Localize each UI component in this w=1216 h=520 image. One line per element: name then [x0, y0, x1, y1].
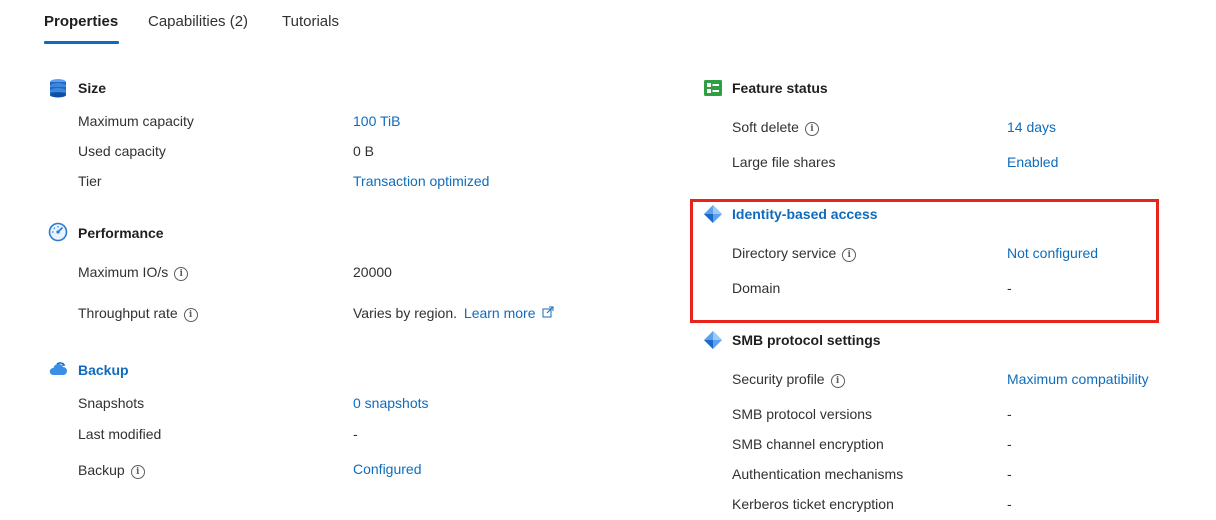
tab-properties[interactable]: Properties	[44, 13, 118, 30]
performance-section-title: Performance	[78, 225, 164, 241]
learn-more-link[interactable]: Learn more	[464, 305, 536, 321]
feature-status-icon	[704, 80, 722, 96]
smb-protocol-versions-value: -	[1007, 406, 1012, 422]
backup-label: Backup i	[78, 462, 145, 479]
snapshots-value[interactable]: 0 snapshots	[353, 395, 429, 411]
info-icon[interactable]: i	[804, 122, 819, 136]
feature-status-section-title: Feature status	[732, 80, 828, 96]
info-icon[interactable]: i	[183, 308, 198, 322]
kerberos-ticket-encryption-value: -	[1007, 496, 1012, 512]
gauge-icon	[48, 222, 68, 242]
kerberos-ticket-encryption-label: Kerberos ticket encryption	[732, 496, 894, 512]
maximum-capacity-value[interactable]: 100 TiB	[353, 113, 400, 129]
domain-label: Domain	[732, 280, 781, 296]
smb-section-title: SMB protocol settings	[732, 332, 881, 348]
large-file-shares-label: Large file shares	[732, 154, 836, 170]
throughput-rate-label: Throughput rate i	[78, 305, 198, 322]
throughput-rate-text: Varies by region.	[353, 305, 458, 321]
smb-protocol-versions-label: SMB protocol versions	[732, 406, 873, 422]
smb-channel-encryption-label: SMB channel encryption	[732, 436, 884, 452]
authentication-mechanisms-label: Authentication mechanisms	[732, 466, 904, 482]
directory-service-value[interactable]: Not configured	[1007, 245, 1098, 261]
info-icon[interactable]: i	[130, 465, 145, 479]
soft-delete-label-text: Soft delete	[732, 119, 799, 135]
security-profile-label: Security profile i	[732, 371, 845, 388]
tab-tutorials[interactable]: Tutorials	[282, 13, 339, 30]
large-file-shares-value[interactable]: Enabled	[1007, 154, 1058, 170]
used-capacity-value: 0 B	[353, 143, 375, 159]
soft-delete-value[interactable]: 14 days	[1007, 119, 1056, 135]
info-icon[interactable]: i	[174, 267, 189, 281]
domain-value: -	[1007, 280, 1012, 296]
security-profile-label-text: Security profile	[732, 371, 825, 387]
identity-icon	[704, 205, 722, 223]
directory-service-label-text: Directory service	[732, 245, 837, 261]
maximum-io-label-text: Maximum IO/s	[78, 264, 169, 280]
authentication-mechanisms-value: -	[1007, 466, 1012, 482]
tier-value[interactable]: Transaction optimized	[353, 173, 489, 189]
snapshots-label: Snapshots	[78, 395, 145, 411]
info-icon[interactable]: i	[830, 374, 845, 388]
maximum-io-value: 20000	[353, 264, 392, 280]
directory-service-label: Directory service i	[732, 245, 857, 262]
tab-capabilities[interactable]: Capabilities (2)	[148, 13, 248, 30]
backup-section-title[interactable]: Backup	[78, 362, 129, 378]
maximum-capacity-label: Maximum capacity	[78, 113, 194, 129]
backup-value[interactable]: Configured	[353, 461, 422, 477]
identity-section-title[interactable]: Identity-based access	[732, 206, 878, 222]
backup-label-text: Backup	[78, 462, 125, 478]
database-icon	[50, 79, 66, 98]
size-section-title: Size	[78, 80, 107, 96]
info-icon[interactable]: i	[842, 248, 857, 262]
active-tab-indicator	[44, 41, 119, 44]
soft-delete-label: Soft delete i	[732, 119, 819, 136]
used-capacity-label: Used capacity	[78, 143, 166, 159]
last-modified-label: Last modified	[78, 426, 162, 442]
smb-channel-encryption-value: -	[1007, 436, 1012, 452]
maximum-io-label: Maximum IO/s i	[78, 264, 189, 281]
security-profile-value[interactable]: Maximum compatibility	[1007, 371, 1149, 387]
throughput-rate-value: Varies by region. Learn more	[353, 305, 554, 321]
tier-label: Tier	[78, 173, 102, 189]
smb-settings-icon	[704, 331, 722, 349]
cloud-backup-icon	[49, 362, 67, 375]
external-link-icon[interactable]	[542, 306, 554, 318]
throughput-rate-label-text: Throughput rate	[78, 305, 178, 321]
tab-bar: Properties Capabilities (2) Tutorials	[0, 0, 1216, 44]
last-modified-value: -	[353, 426, 358, 442]
